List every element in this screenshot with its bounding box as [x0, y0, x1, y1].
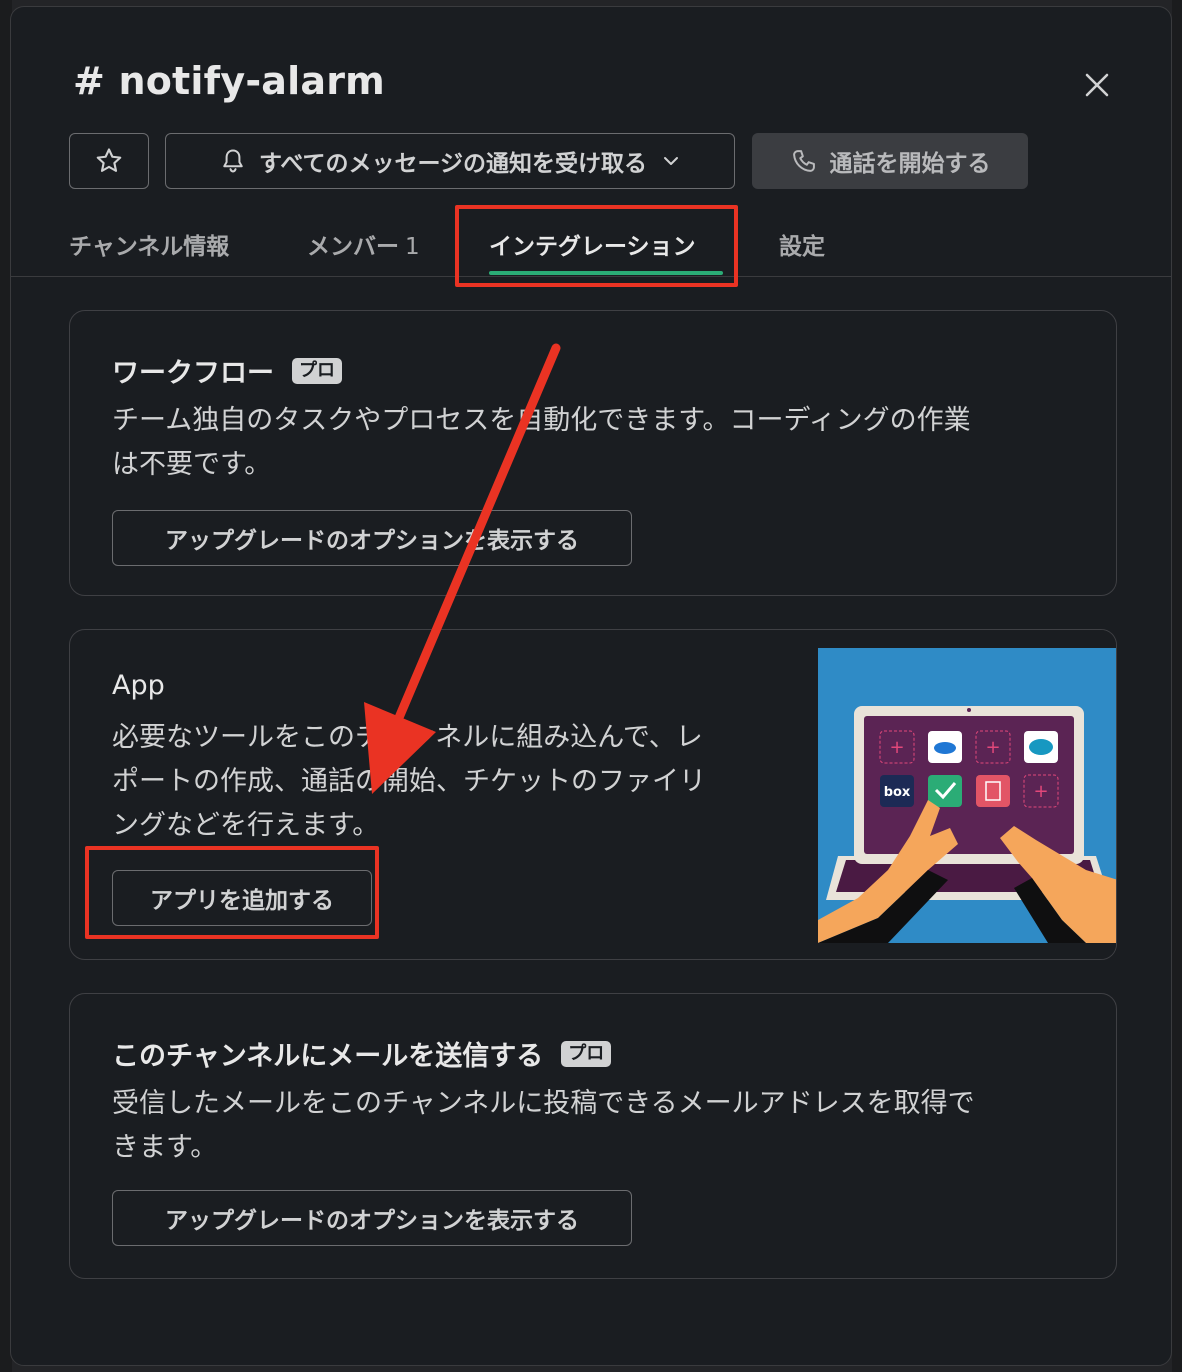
- add-app-button[interactable]: アプリを追加する: [112, 870, 372, 926]
- email-title-row: このチャンネルにメールを送信する プロ: [112, 1034, 612, 1073]
- app-card: App 必要なツールをこのチャンネルに組み込んで、レ ポートの作成、通話の開始、…: [69, 629, 1117, 960]
- tab-bar: チャンネル情報 メンバー 1 インテグレーション 設定: [11, 207, 1171, 277]
- app-desc-line: 必要なツールをこのチャンネルに組み込んで、レ: [112, 722, 703, 753]
- email-upgrade-button[interactable]: アップグレードのオプションを表示する: [112, 1190, 632, 1246]
- app-description: 必要なツールをこのチャンネルに組み込んで、レ ポートの作成、通話の開始、チケット…: [112, 716, 706, 848]
- svg-text:box: box: [884, 785, 911, 800]
- tab-settings[interactable]: 設定: [779, 227, 825, 261]
- email-description: 受信したメールをこのチャンネルに投稿できるメールアドレスを取得で きます。: [112, 1082, 975, 1170]
- email-desc-line: 受信したメールをこのチャンネルに投稿できるメールアドレスを取得で: [112, 1088, 975, 1119]
- members-count: 1: [405, 234, 420, 260]
- channel-details-modal: # notify-alarm すべてのメッセージの通知を受け取る 通話を開始する…: [10, 6, 1172, 1366]
- notification-settings-label: すべてのメッセージの通知を受け取る: [258, 151, 647, 177]
- email-card: このチャンネルにメールを送信する プロ 受信したメールをこのチャンネルに投稿でき…: [69, 993, 1117, 1279]
- svg-text:+: +: [889, 737, 904, 758]
- pro-badge: プロ: [561, 1040, 612, 1067]
- tab-members-label: メンバー: [307, 234, 399, 260]
- app-desc-line: ポートの作成、通話の開始、チケットのファイリ: [112, 766, 706, 797]
- workflow-upgrade-button[interactable]: アップグレードのオプションを表示する: [112, 510, 632, 566]
- start-call-button[interactable]: 通話を開始する: [752, 133, 1028, 189]
- workflow-card: ワークフロー プロ チーム独自のタスクやプロセスを自動化できます。コーディングの…: [69, 310, 1117, 596]
- pro-badge: プロ: [292, 357, 342, 384]
- star-icon: [96, 148, 122, 172]
- phone-icon: [792, 150, 815, 172]
- workflow-desc-line: は不要です。: [112, 449, 272, 480]
- active-tab-indicator: [489, 271, 723, 275]
- background-right-edge: [1172, 0, 1182, 1372]
- svg-text:+: +: [985, 737, 1000, 758]
- star-button[interactable]: [69, 133, 149, 189]
- workflow-title: ワークフロー: [112, 358, 274, 389]
- tab-integrations[interactable]: インテグレーション: [489, 227, 696, 261]
- tab-channel-info[interactable]: チャンネル情報: [69, 227, 229, 261]
- workflow-title-row: ワークフロー プロ: [112, 351, 342, 390]
- notification-settings-button[interactable]: すべてのメッセージの通知を受け取る: [165, 133, 735, 189]
- svg-text:+: +: [1033, 781, 1048, 802]
- channel-title: # notify-alarm: [73, 59, 385, 103]
- workflow-desc-line: チーム独自のタスクやプロセスを自動化できます。コーディングの作業: [112, 405, 971, 436]
- tab-members[interactable]: メンバー 1: [307, 227, 420, 261]
- email-desc-line: きます。: [112, 1132, 218, 1163]
- chevron-down-icon: [664, 157, 678, 165]
- workflow-description: チーム独自のタスクやプロセスを自動化できます。コーディングの作業 は不要です。: [112, 399, 971, 487]
- email-title: このチャンネルにメールを送信する: [112, 1041, 544, 1072]
- app-title: App: [112, 670, 165, 701]
- close-button[interactable]: [1079, 67, 1115, 103]
- laptop-apps-illustration: + + box +: [818, 630, 1116, 959]
- bell-icon: [223, 149, 243, 173]
- close-icon: [1085, 73, 1109, 97]
- start-call-label: 通話を開始する: [829, 151, 991, 177]
- app-desc-line: ングなどを行えます。: [112, 810, 380, 841]
